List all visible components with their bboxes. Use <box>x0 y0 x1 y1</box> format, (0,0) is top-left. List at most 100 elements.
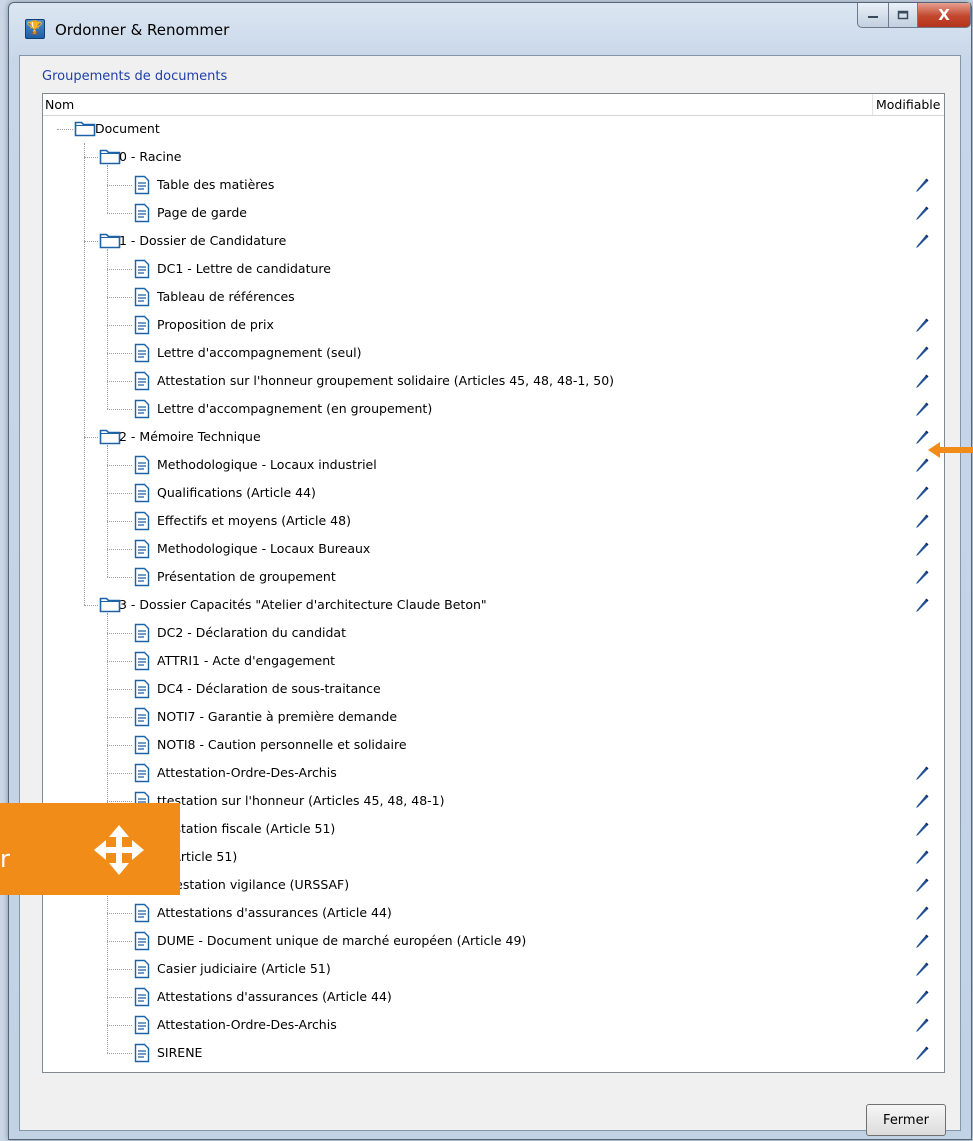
tree-document-row[interactable]: Attestation sur l'honneur groupement sol… <box>43 367 944 395</box>
edit-pencil-icon[interactable] <box>914 849 930 865</box>
edit-pencil-icon[interactable] <box>914 569 930 585</box>
tree-item-label: 1 - Dossier de Candidature <box>119 233 287 248</box>
edit-pencil-icon[interactable] <box>914 877 930 893</box>
tree-document-row[interactable]: DUME - Document unique de marché europée… <box>43 927 944 955</box>
document-icon <box>133 623 151 646</box>
tree-item-label: Attestation sur l'honneur groupement sol… <box>157 373 615 388</box>
edit-pencil-icon[interactable] <box>914 933 930 949</box>
tree-item-label: Lettre d'accompagnement (en groupement) <box>157 401 433 416</box>
edit-pencil-icon[interactable] <box>914 597 930 613</box>
tree-document-row[interactable]: Methodologique - Locaux Bureaux <box>43 535 944 563</box>
edit-pencil-icon[interactable] <box>914 345 930 361</box>
document-icon <box>133 539 151 562</box>
edit-pencil-icon[interactable] <box>914 1017 930 1033</box>
tree-item-label: ATTRI1 - Acte d'engagement <box>157 653 336 668</box>
edit-pencil-icon[interactable] <box>914 513 930 529</box>
tree-document-row[interactable]: Attestations d'assurances (Article 44) <box>43 899 944 927</box>
tree-document-row[interactable]: Lettre d'accompagnement (en groupement) <box>43 395 944 423</box>
tree-item-label: DC1 - Lettre de candidature <box>157 261 331 276</box>
document-icon <box>133 259 151 282</box>
tree-document-row[interactable]: Table des matières <box>43 171 944 199</box>
close-window-button[interactable]: X <box>918 3 971 28</box>
tree-item-label: NOTI7 - Garantie à première demande <box>157 709 398 724</box>
tree-document-row[interactable]: Attestations d'assurances (Article 44) <box>43 983 944 1011</box>
tree-document-row[interactable]: Methodologique - Locaux industriel <box>43 451 944 479</box>
edit-pencil-icon[interactable] <box>914 401 930 417</box>
orange-arrow-icon <box>928 442 973 458</box>
column-header-name[interactable]: Nom <box>45 97 74 112</box>
edit-pencil-icon[interactable] <box>914 541 930 557</box>
edit-pencil-icon[interactable] <box>914 205 930 221</box>
document-icon <box>133 1043 151 1066</box>
tree-document-row[interactable]: NOTI7 - Garantie à première demande <box>43 703 944 731</box>
tree-document-row[interactable]: Proposition de prix <box>43 311 944 339</box>
tree-document-row[interactable]: Attestation-Ordre-Des-Archis <box>43 759 944 787</box>
tree-item-label: NOTI8 - Caution personnelle et solidaire <box>157 737 407 752</box>
column-header-modifiable[interactable]: Modifiable <box>872 94 944 115</box>
tree-document-row[interactable]: Casier judiciaire (Article 51) <box>43 955 944 983</box>
tree-document-row[interactable]: DC2 - Déclaration du candidat <box>43 619 944 647</box>
trophy-icon: 🏆 <box>25 19 45 39</box>
document-icon <box>133 371 151 394</box>
tree-item-label: ttestation fiscale (Article 51) <box>157 821 336 836</box>
group-label: Groupements de documents <box>42 69 228 84</box>
tree-item-label: Proposition de prix <box>157 317 274 332</box>
tree-document-row[interactable]: DC4 - Déclaration de sous-traitance <box>43 675 944 703</box>
document-icon <box>133 679 151 702</box>
edit-pencil-icon[interactable] <box>914 485 930 501</box>
tree-folder-row[interactable]: 3 - Dossier Capacités "Atelier d'archite… <box>43 591 944 619</box>
edit-pencil-icon[interactable] <box>914 821 930 837</box>
tree-item-label: Casier judiciaire (Article 51) <box>157 961 331 976</box>
tree-item-label: Document <box>95 121 160 136</box>
edit-pencil-icon[interactable] <box>914 317 930 333</box>
tree-document-row[interactable]: SIRENE <box>43 1039 944 1067</box>
tree-document-row[interactable]: NOTI8 - Caution personnelle et solidaire <box>43 731 944 759</box>
edit-pencil-icon[interactable] <box>914 961 930 977</box>
tree-item-label: Methodologique - Locaux industriel <box>157 457 377 472</box>
tree-document-row[interactable]: Page de garde <box>43 199 944 227</box>
tree-folder-row[interactable]: 2 - Mémoire Technique <box>43 423 944 451</box>
minimize-button[interactable] <box>857 3 889 28</box>
document-icon <box>133 483 151 506</box>
move-overlay[interactable]: r <box>0 803 180 895</box>
maximize-button[interactable] <box>889 3 918 28</box>
dialog-window: 🏆 Ordonner & Renommer X Groupements de d… <box>8 2 972 1140</box>
close-button[interactable]: Fermer <box>866 1104 946 1136</box>
folder-icon <box>99 595 121 616</box>
document-tree[interactable]: Nom Modifiable Document 0 - Racine Table d… <box>42 93 945 1073</box>
document-icon <box>133 707 151 730</box>
document-icon <box>133 735 151 758</box>
tree-item-label: Page de garde <box>157 205 247 220</box>
tree-folder-row[interactable]: 0 - Racine <box>43 143 944 171</box>
tree-document-row[interactable]: Lettre d'accompagnement (seul) <box>43 339 944 367</box>
document-icon <box>133 399 151 422</box>
tree-rows: Document 0 - Racine Table des matières Page… <box>43 115 944 1072</box>
tree-document-row[interactable]: Effectifs et moyens (Article 48) <box>43 507 944 535</box>
edit-pencil-icon[interactable] <box>914 989 930 1005</box>
edit-pencil-icon[interactable] <box>914 905 930 921</box>
edit-pencil-icon[interactable] <box>914 1045 930 1061</box>
tree-folder-row[interactable]: 1 - Dossier de Candidature <box>43 227 944 255</box>
tree-item-label: Attestations d'assurances (Article 44) <box>157 905 392 920</box>
tree-item-label: ttestation sur l'honneur (Articles 45, 4… <box>157 793 445 808</box>
folder-icon <box>74 119 96 140</box>
edit-pencil-icon[interactable] <box>914 793 930 809</box>
tree-document-row[interactable]: Qualifications (Article 44) <box>43 479 944 507</box>
tree-document-row[interactable]: Attestation-Ordre-Des-Archis <box>43 1011 944 1039</box>
tree-document-row[interactable]: Présentation de groupement <box>43 563 944 591</box>
tree-folder-row[interactable]: Document <box>43 115 944 143</box>
edit-pencil-icon[interactable] <box>914 765 930 781</box>
title-bar[interactable]: 🏆 Ordonner & Renommer X <box>9 3 971 55</box>
tree-document-row[interactable]: DC1 - Lettre de candidature <box>43 255 944 283</box>
tree-document-row[interactable]: Tableau de références <box>43 283 944 311</box>
tree-item-label: 2 - Mémoire Technique <box>119 429 261 444</box>
edit-pencil-icon[interactable] <box>914 373 930 389</box>
close-icon: X <box>938 6 950 24</box>
edit-pencil-icon[interactable] <box>914 177 930 193</box>
edit-pencil-icon[interactable] <box>914 233 930 249</box>
tree-item-label: Table des matières <box>157 177 275 192</box>
tree-item-label: Présentation de groupement <box>157 569 336 584</box>
tree-item-label: Attestation-Ordre-Des-Archis <box>157 765 337 780</box>
tree-document-row[interactable]: ATTRI1 - Acte d'engagement <box>43 647 944 675</box>
folder-icon <box>99 231 121 252</box>
